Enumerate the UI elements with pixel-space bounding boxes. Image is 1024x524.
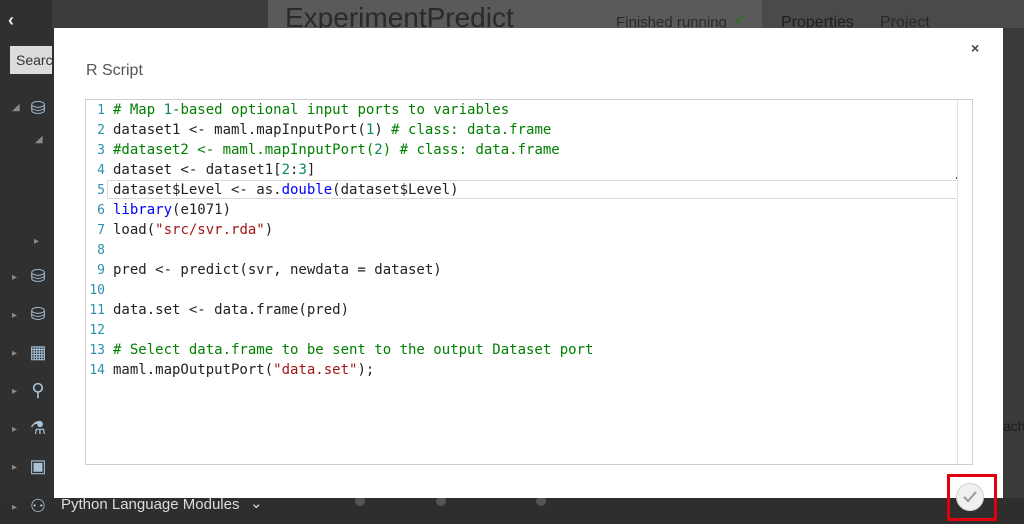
code-line[interactable]: 12 — [86, 320, 105, 340]
line-number: 5 — [97, 183, 105, 198]
expand-arrow-icon[interactable]: ◢ — [35, 134, 43, 145]
collapse-arrow-icon[interactable]: ▸ — [34, 236, 39, 247]
dialog-title: R Script — [86, 62, 143, 79]
line-number: 14 — [89, 363, 105, 378]
database-icon[interactable]: ⛁ — [26, 96, 50, 120]
line-number: 11 — [89, 303, 105, 318]
line-number: 7 — [97, 223, 105, 238]
code-line[interactable]: 10 — [86, 280, 105, 300]
code-text[interactable]: dataset$Level <- as.double(dataset$Level… — [113, 180, 459, 200]
code-line[interactable]: 7 load("src/svr.rda") — [86, 220, 273, 240]
vertical-scrollbar[interactable] — [957, 100, 972, 464]
python-icon[interactable]: ⚇ — [26, 494, 50, 518]
line-number: 4 — [97, 163, 105, 178]
collapse-arrow-icon[interactable]: ▸ — [12, 502, 17, 513]
close-icon[interactable]: × — [971, 40, 979, 56]
code-line[interactable]: 9 pred <- predict(svr, newdata = dataset) — [86, 260, 442, 280]
python-modules-label[interactable]: Python Language Modules — [61, 496, 239, 513]
code-line[interactable]: 8 — [86, 240, 105, 260]
code-text[interactable]: # Select data.frame to be sent to the ou… — [113, 340, 593, 360]
collapse-arrow-icon[interactable]: ▸ — [12, 386, 17, 397]
collapse-arrow-icon[interactable]: ▸ — [12, 462, 17, 473]
code-text[interactable]: dataset <- dataset1[2:3] — [113, 160, 315, 180]
search-input[interactable]: Search — [10, 46, 60, 74]
code-line[interactable]: 4 dataset <- dataset1[2:3] — [86, 160, 315, 180]
code-line[interactable]: 14 maml.mapOutputPort("data.set"); — [86, 360, 374, 380]
line-number: 13 — [89, 343, 105, 358]
collapse-arrow-icon[interactable]: ▸ — [12, 348, 17, 359]
line-number: 8 — [97, 243, 105, 258]
collapse-arrow-icon[interactable]: ▸ — [12, 424, 17, 435]
code-line[interactable]: 2 dataset1 <- maml.mapInputPort(1) # clas… — [86, 120, 551, 140]
code-text[interactable]: maml.mapOutputPort("data.set"); — [113, 360, 374, 380]
magnifier-icon[interactable]: ⚲ — [26, 378, 50, 402]
r-script-dialog: R Script × 1 # Map 1-based optional input… — [54, 28, 1003, 498]
code-lines: 1 # Map 1-based optional input ports to v… — [86, 100, 593, 380]
image-icon[interactable]: ▣ — [26, 454, 50, 478]
line-number: 6 — [97, 203, 105, 218]
code-text[interactable]: pred <- predict(svr, newdata = dataset) — [113, 260, 442, 280]
checkmark-icon — [963, 491, 977, 503]
properties-partial-text: ach — [1003, 418, 1024, 434]
code-text[interactable]: dataset1 <- maml.mapInputPort(1) # class… — [113, 120, 551, 140]
line-number: 12 — [89, 323, 105, 338]
data-input-icon[interactable]: ⛁ — [26, 264, 50, 288]
code-text[interactable]: load("src/svr.rda") — [113, 220, 273, 240]
collapse-arrow-icon[interactable]: ▸ — [12, 310, 17, 321]
code-line[interactable]: 11 data.set <- data.frame(pred) — [86, 300, 349, 320]
code-line[interactable]: 1 # Map 1-based optional input ports to v… — [86, 100, 509, 120]
check-icon: ✔ — [733, 10, 748, 29]
code-text[interactable]: library(e1071) — [113, 200, 231, 220]
expand-arrow-icon[interactable]: ◢ — [12, 102, 20, 113]
code-line[interactable]: 5 dataset$Level <- as.double(dataset$Leve… — [86, 180, 458, 200]
line-number: 1 — [97, 103, 105, 118]
line-number: 3 — [97, 143, 105, 158]
data-output-icon[interactable]: ⛁ — [26, 302, 50, 326]
code-line[interactable]: 13 # Select data.frame to be sent to the … — [86, 340, 593, 360]
line-number: 10 — [89, 283, 105, 298]
flask-icon[interactable]: ⚗ — [26, 416, 50, 440]
line-number: 9 — [97, 263, 105, 278]
module-palette — [0, 0, 52, 524]
code-text[interactable]: # Map 1-based optional input ports to va… — [113, 100, 509, 120]
collapse-arrow-icon[interactable]: ▸ — [12, 272, 17, 283]
grid-icon[interactable]: ▦ — [26, 340, 50, 364]
code-editor[interactable]: 1 # Map 1-based optional input ports to v… — [85, 99, 973, 465]
code-line[interactable]: 3 #dataset2 <- maml.mapInputPort(2) # cla… — [86, 140, 560, 160]
ok-button[interactable] — [956, 483, 984, 511]
code-line[interactable]: 6 library(e1071) — [86, 200, 231, 220]
line-number: 2 — [97, 123, 105, 138]
back-chevron-icon[interactable]: ‹ — [8, 10, 14, 31]
code-text[interactable]: data.set <- data.frame(pred) — [113, 300, 349, 320]
code-text[interactable]: #dataset2 <- maml.mapInputPort(2) # clas… — [113, 140, 560, 160]
